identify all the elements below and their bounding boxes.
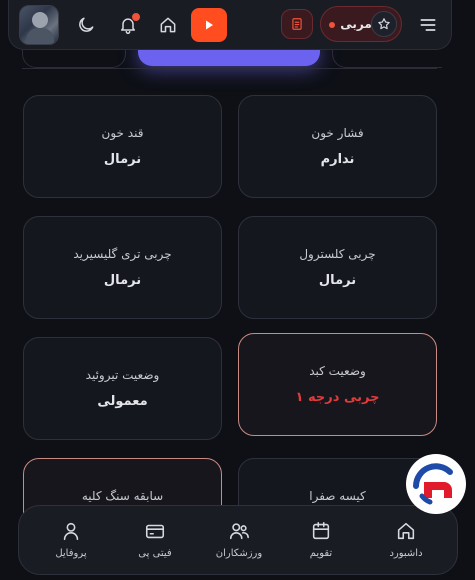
card-liver-status: وضعیت کبد چربی درجه ۱ (238, 333, 437, 436)
home-button[interactable] (153, 10, 183, 40)
dark-mode-toggle[interactable] (71, 10, 101, 40)
nav-label: تقویم (309, 548, 333, 559)
nav-item-calendar[interactable]: تقویم (281, 520, 361, 559)
card-blood-sugar: قند خون نرمال (23, 95, 222, 198)
card-label: فشار خون (311, 126, 364, 140)
nav-item-profile[interactable]: پروفایل (31, 520, 111, 559)
card-value: ندارم (320, 152, 355, 167)
user-icon (63, 522, 79, 541)
card-value: نرمال (318, 273, 357, 288)
card-label: وضعیت تیروئید (85, 368, 160, 382)
card-cholesterol: چربی کلسترول نرمال (238, 216, 437, 319)
star-icon (378, 18, 390, 30)
avatar[interactable] (19, 5, 59, 45)
nav-label: ورزشکاران (215, 548, 263, 559)
card-label: چربی کلسترول (299, 247, 376, 261)
notifications-button[interactable] (113, 10, 143, 40)
card-value: نرمال (103, 152, 142, 167)
card-value: چربی درجه ۱ (295, 390, 380, 405)
star-button[interactable] (371, 11, 397, 37)
document-icon (292, 18, 302, 30)
nav-item-dashboard[interactable]: داشبورد (366, 520, 446, 559)
status-dot (329, 22, 335, 28)
top-header: مربی (8, 0, 452, 50)
nav-item-fitipay[interactable]: فیتی پی (115, 520, 195, 559)
menu-button[interactable] (413, 10, 443, 40)
divider (22, 68, 437, 69)
support-logo-button[interactable] (406, 454, 466, 514)
card-label: قند خون (101, 126, 144, 140)
home-icon (160, 17, 176, 33)
play-icon (206, 20, 213, 30)
card-label: سابقه سنگ کلیه (81, 489, 164, 503)
moon-icon (79, 17, 94, 32)
nav-item-athletes[interactable]: ورزشکاران (199, 520, 279, 559)
role-label: مربی (340, 17, 372, 31)
notification-badge (131, 12, 141, 22)
calendar-icon (312, 521, 330, 540)
card-thyroid-status: وضعیت تیروئید معمولی (23, 337, 222, 440)
role-pill[interactable]: مربی (320, 6, 402, 42)
bottom-navigation: داشبورد تقویم ورزشکاران فیتی پی پروفایل (18, 505, 458, 575)
hamburger-icon (420, 19, 436, 31)
card-value: نرمال (103, 273, 142, 288)
home-icon (397, 522, 415, 540)
card-label: وضعیت کبد (309, 364, 366, 378)
play-button[interactable] (191, 8, 227, 42)
nav-label: فیتی پی (138, 548, 172, 559)
card-blood-pressure: فشار خون ندارم (238, 95, 437, 198)
brand-logo-icon (410, 458, 462, 510)
card-label: چربی تری گلیسیرید (73, 247, 172, 261)
card-icon (145, 524, 165, 539)
card-value: معمولی (97, 394, 148, 409)
users-icon (229, 523, 249, 540)
card-triglyceride: چربی تری گلیسیرید نرمال (23, 216, 222, 319)
nav-label: پروفایل (55, 548, 87, 559)
nav-label: داشبورد (389, 548, 423, 559)
document-button[interactable] (281, 9, 313, 39)
